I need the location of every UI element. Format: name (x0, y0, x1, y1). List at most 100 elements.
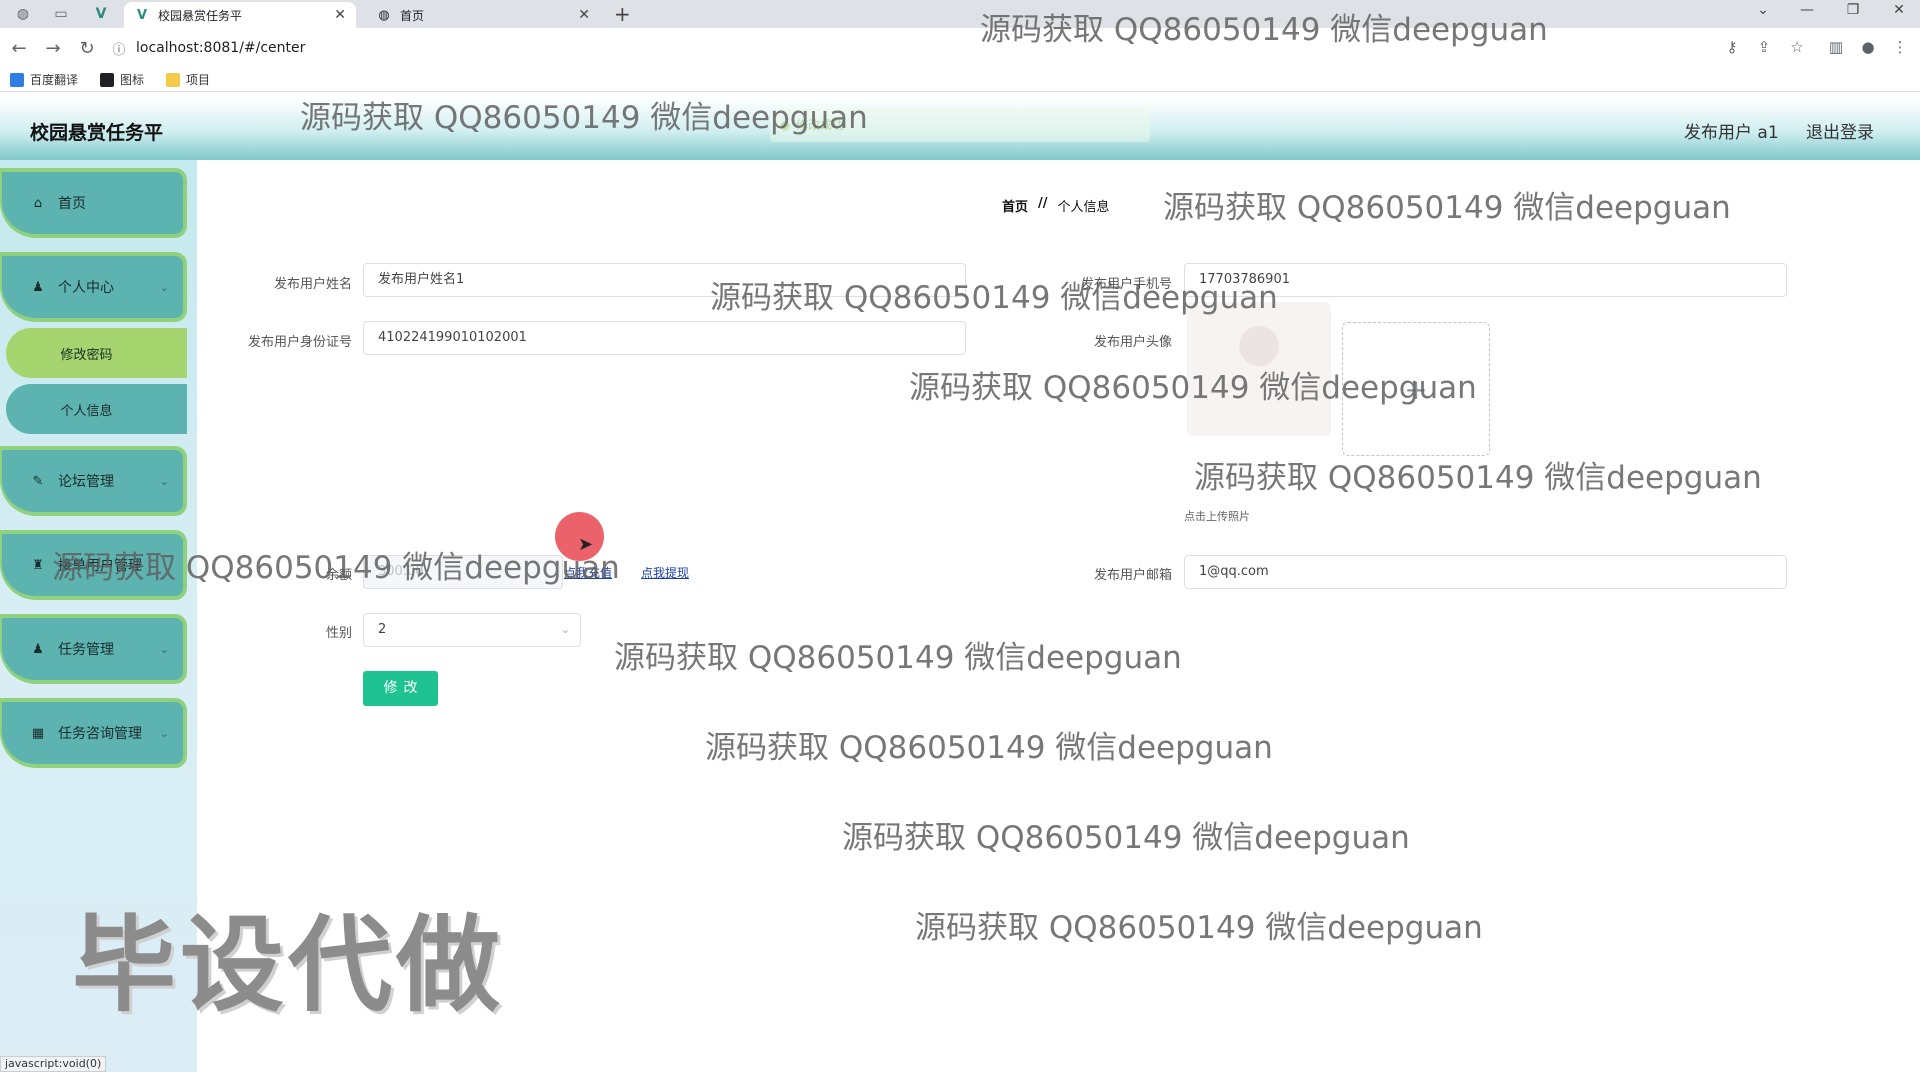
app-title: 校园悬赏任务平 (30, 122, 164, 144)
bookmark-label: 项目 (186, 73, 211, 87)
sidebar-item-label: 个人中心 (58, 280, 114, 296)
chevron-down-icon: ⌄ (159, 726, 169, 740)
user-icon: ♟ (32, 279, 44, 295)
name-field[interactable]: 发布用户姓名1 (363, 263, 966, 297)
chevron-down-icon: ⌄ (159, 474, 169, 488)
submit-button[interactable]: 修改 (363, 671, 438, 706)
sidebar-item-personal-center[interactable]: ♟ 个人中心 ⌄ (0, 252, 187, 322)
close-icon[interactable]: ✕ (578, 7, 590, 23)
avatar-label: 发布用户头像 (1093, 335, 1172, 350)
chevron-down-icon[interactable]: ⌄ (1748, 2, 1778, 18)
logout-link[interactable]: 退出登录 (1806, 118, 1874, 143)
gender-selected-value: 2 (378, 622, 387, 637)
upload-hint: 点击上传照片 (1184, 510, 1250, 523)
blank-tab-icon[interactable]: ▭ (50, 4, 72, 24)
back-button[interactable]: ← (4, 38, 34, 59)
task-icon: ♟ (32, 641, 44, 657)
tab-title: 首页 (400, 8, 425, 23)
sidebar-item-home[interactable]: ⌂ 首页 (0, 168, 187, 238)
balance-field: 300.00 (363, 555, 563, 589)
close-icon[interactable]: ✕ (334, 7, 346, 23)
sidebar-subitem-personal-info[interactable]: 个人信息 (6, 384, 187, 434)
bookmarks-bar: 百度翻译 图标 项目 (0, 68, 1920, 92)
status-bar: javascript:void(0) (0, 1056, 107, 1072)
gender-select[interactable]: 2 ⌄ (363, 613, 581, 647)
watermark-text: 源码获取 QQ86050149 微信deepguan (915, 910, 1483, 946)
sidepanel-icon[interactable]: ▥ (1824, 38, 1848, 56)
profile-icon[interactable]: ● (1856, 38, 1880, 56)
translate-icon (10, 72, 24, 87)
watermark-text: 源码获取 QQ86050149 微信deepguan (614, 640, 1182, 676)
avatar-image (1187, 302, 1331, 436)
id-card-label: 发布用户身份证号 (247, 335, 352, 350)
bookmark-label: 百度翻译 (30, 73, 79, 87)
forward-button[interactable]: → (38, 38, 68, 59)
bookmark-item[interactable]: 项目 (166, 71, 210, 88)
users-icon: ♜ (32, 557, 44, 573)
name-label: 发布用户姓名 (273, 277, 352, 292)
email-field[interactable]: 1@qq.com (1184, 555, 1787, 589)
reload-button[interactable]: ↻ (72, 38, 102, 59)
vue-icon: V (136, 7, 148, 23)
sidebar-item-label: 任务管理 (58, 642, 114, 658)
sidebar-item-task-consult[interactable]: ▦ 任务咨询管理 ⌄ (0, 698, 187, 768)
breadcrumb: 首页 // 个人信息 (1002, 196, 1110, 215)
tab-title: 校园悬赏任务平 (158, 8, 243, 23)
breadcrumb-separator: // (1038, 196, 1048, 211)
watermark-text: 源码获取 QQ86050149 微信deepguan (1163, 190, 1731, 226)
browser-tabstrip: ◍ ▭ V V 校园悬赏任务平 ✕ ◍ 首页 ✕ + ⌄ — ❐ ✕ (0, 0, 1920, 28)
restore-button[interactable]: ❐ (1838, 2, 1868, 18)
watermark-text: 源码获取 QQ86050149 微信deepguan (705, 730, 1273, 766)
upload-button[interactable]: + (1342, 322, 1490, 456)
breadcrumb-home[interactable]: 首页 (1002, 196, 1028, 215)
browser-tab[interactable]: ◍ 首页 ✕ (366, 2, 600, 28)
browser-tab-active[interactable]: V 校园悬赏任务平 ✕ (124, 2, 356, 28)
success-toast: 修改成功 (770, 108, 1150, 142)
breadcrumb-current: 个人信息 (1057, 200, 1110, 215)
sidebar-item-forum[interactable]: ✎ 论坛管理 ⌄ (0, 446, 187, 516)
email-label: 发布用户邮箱 (1093, 568, 1172, 583)
vue-tab-icon[interactable]: V (90, 4, 112, 24)
more-icon[interactable]: ⋮ (1888, 38, 1912, 56)
sidebar-item-label: 任务咨询管理 (58, 726, 142, 742)
info-icon[interactable]: ⓘ (108, 39, 130, 58)
chevron-down-icon: ⌄ (159, 280, 169, 294)
window-close-button[interactable]: ✕ (1884, 2, 1914, 18)
balance-label: 余额 (325, 568, 352, 583)
chevron-down-icon: ⌄ (560, 623, 570, 636)
current-user: 发布用户 a1 (1684, 123, 1779, 143)
watermark-text: 源码获取 QQ86050149 微信deepguan (842, 820, 1410, 856)
new-tab-button[interactable]: + (614, 2, 631, 26)
withdraw-link[interactable]: 点我提现 (641, 564, 689, 581)
bookmark-item[interactable]: 百度翻译 (10, 71, 78, 88)
sidebar-item-tasks[interactable]: ♟ 任务管理 ⌄ (0, 614, 187, 684)
phone-label: 发布用户手机号 (1080, 277, 1172, 292)
url-text: localhost:8081/#/center (136, 40, 306, 56)
grid-icon: ▦ (31, 725, 45, 741)
id-card-field[interactable]: 410224199010102001 (363, 321, 966, 355)
sidebar-subitem-change-password[interactable]: 修改密码 (6, 328, 187, 378)
globe-icon[interactable]: ◍ (12, 4, 34, 24)
chevron-down-icon: ⌄ (159, 642, 169, 656)
minimize-button[interactable]: — (1792, 2, 1822, 18)
address-bar: ← → ↻ ⓘ localhost:8081/#/center ⚷ ⇪ ☆ ▥ … (0, 28, 1920, 68)
sidebar-item-label: 首页 (58, 196, 86, 212)
sidebar-subitem-label: 修改密码 (60, 347, 113, 363)
bookmark-item[interactable]: 图标 (100, 71, 144, 88)
mouse-pointer-icon: ➤ (578, 534, 594, 555)
watermark-text: 源码获取 QQ86050149 微信deepguan (1194, 460, 1762, 496)
sidebar-item-label: 论坛管理 (58, 474, 114, 490)
share-icon[interactable]: ⇪ (1752, 38, 1776, 56)
sidebar-item-label: 接单用户管理 (58, 558, 142, 574)
big-watermark: 毕设代做 (72, 904, 505, 1026)
url-field[interactable]: ⓘ localhost:8081/#/center (108, 34, 1708, 62)
plus-icon: + (1404, 372, 1428, 406)
key-icon[interactable]: ⚷ (1720, 38, 1744, 56)
globe-icon: ◍ (378, 7, 390, 23)
sidebar-item-receivers[interactable]: ♜ 接单用户管理 (0, 530, 187, 600)
phone-field[interactable]: 17703786901 (1184, 263, 1787, 297)
recharge-link[interactable]: 点我充值 (564, 564, 612, 581)
star-icon[interactable]: ☆ (1785, 38, 1809, 56)
image-icon (100, 72, 115, 87)
forum-icon: ✎ (32, 473, 44, 489)
